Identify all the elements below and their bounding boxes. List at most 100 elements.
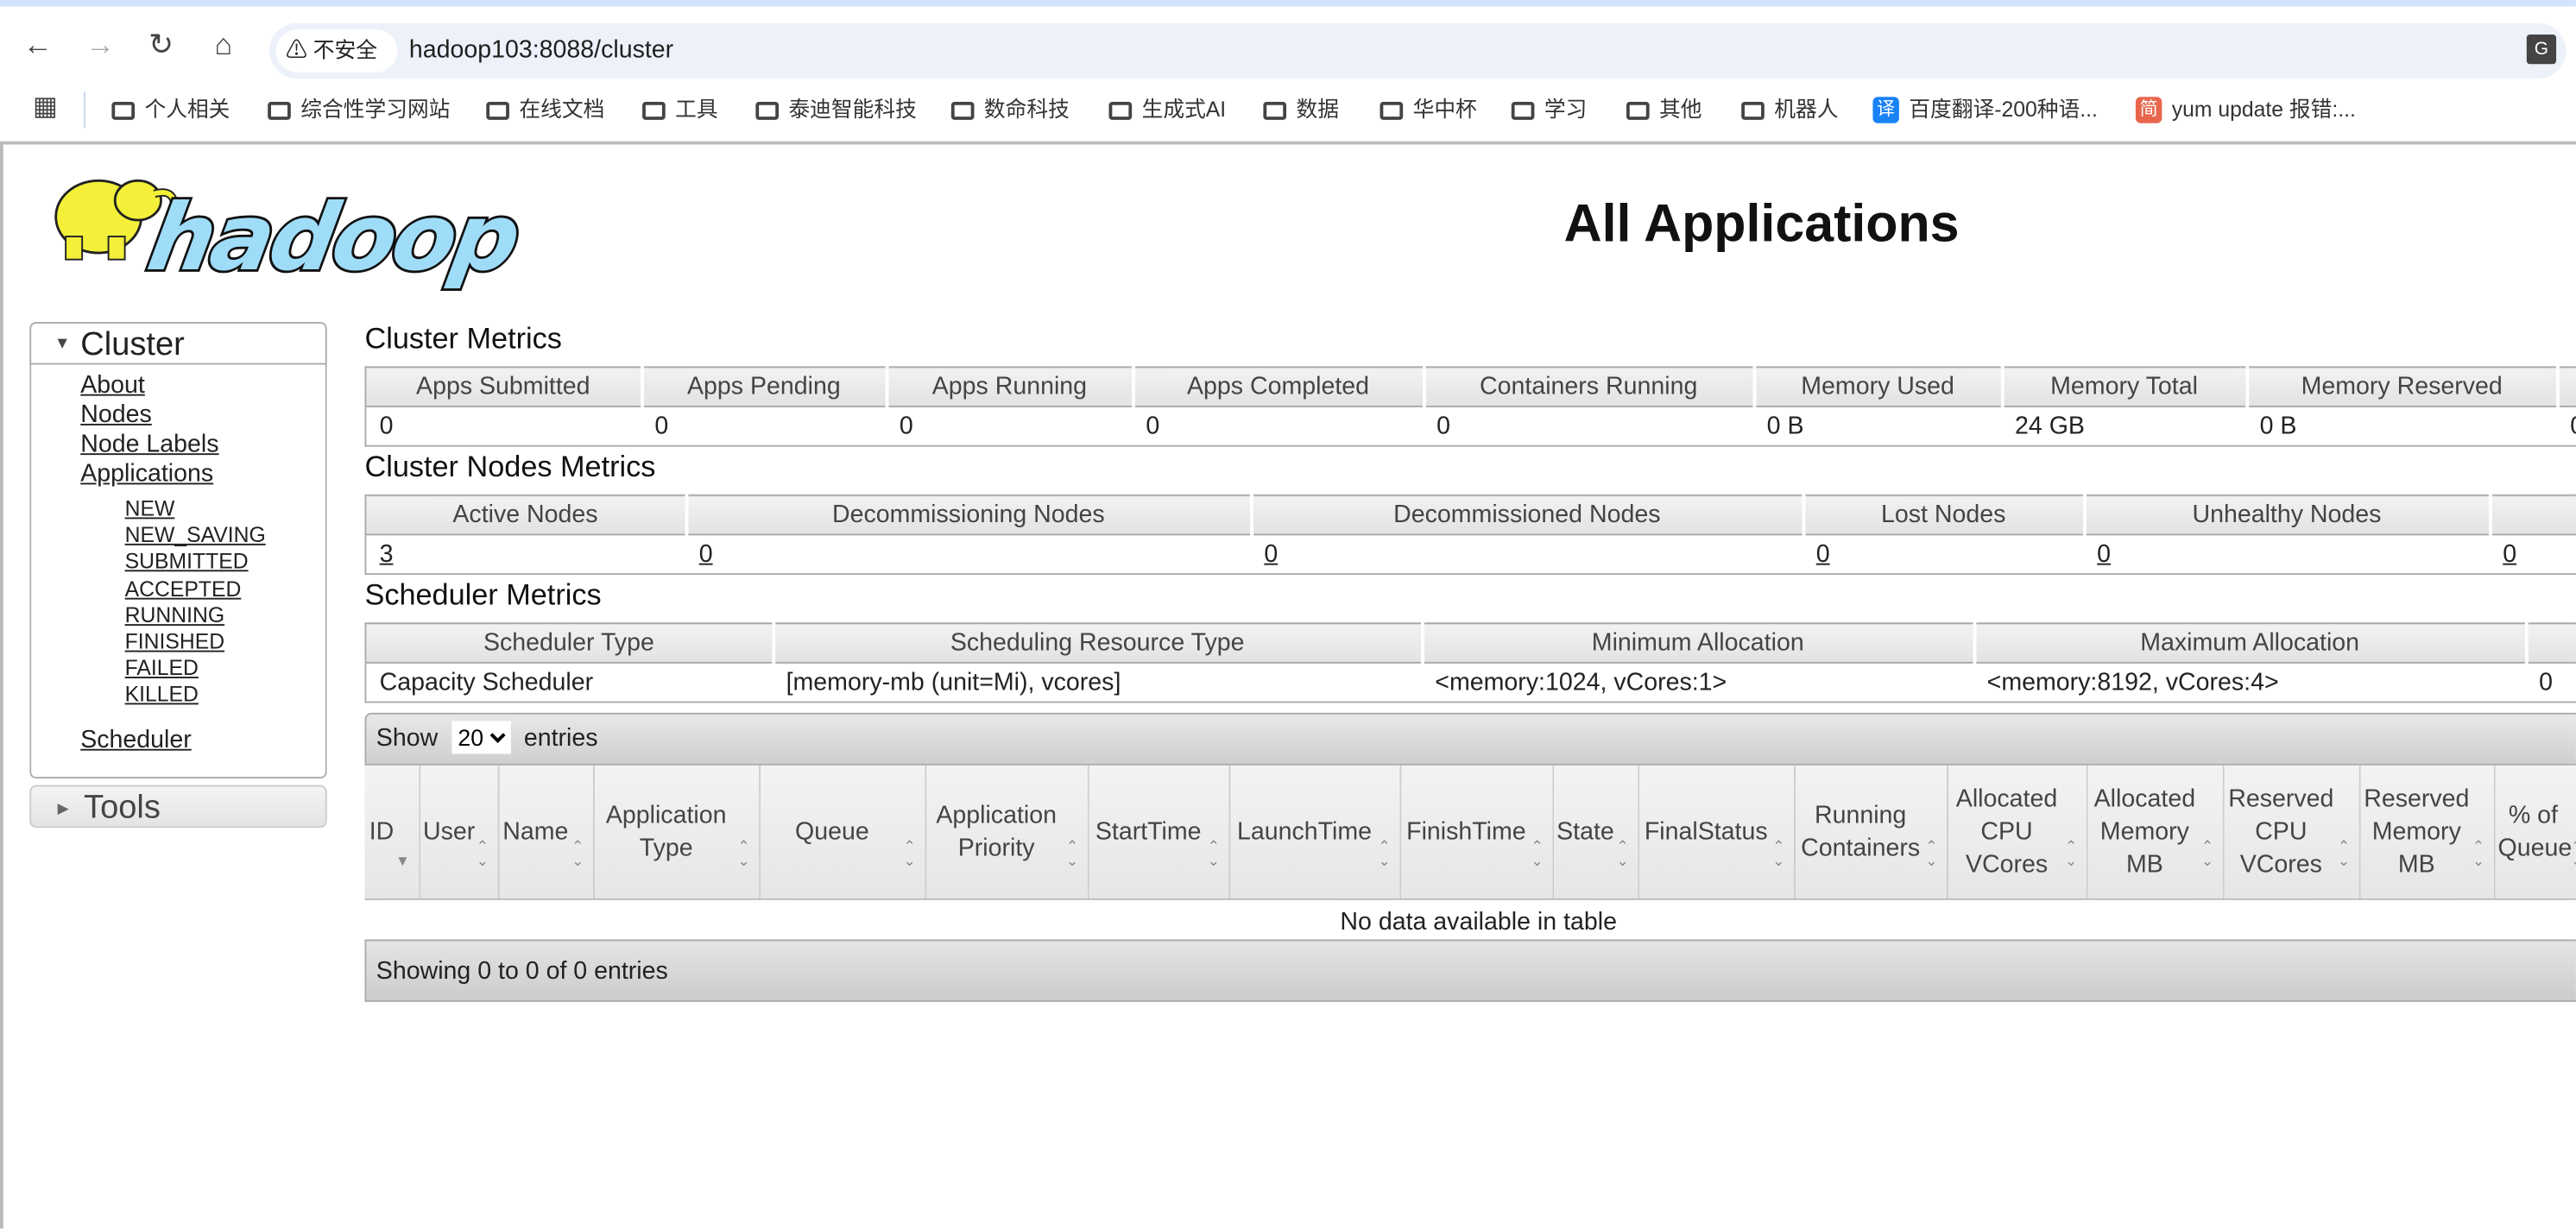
sidebar-link-state-submitted[interactable]: SUBMITTED	[125, 549, 325, 576]
table-info: Showing 0 to 0 of 0 entries	[364, 939, 2576, 1002]
bookmarks-bar: ▦ 个人相关 综合性学习网站 在线文档 工具 泰迪智能科技 数命科技 生成式AI 数据 华中杯 学…	[0, 79, 2576, 145]
bookmark-item[interactable]: 工具	[642, 79, 718, 141]
bookmark-item[interactable]: 在线文档	[486, 79, 604, 141]
column-header-allocated-cpu-vcores[interactable]: Allocated CPU VCores ⌃ ⌄	[1947, 765, 2087, 900]
column-label: FinalStatus	[1644, 816, 1768, 846]
bookmark-label: 学习	[1544, 97, 1588, 122]
column-header-application-type[interactable]: Application Type ⌃ ⌄	[592, 765, 761, 900]
metric-cell: Capacity Scheduler	[365, 661, 773, 703]
security-chip[interactable]: ⚠ 不安全	[275, 29, 398, 72]
home-icon[interactable]: ⌂	[205, 26, 242, 62]
bookmark-item[interactable]: 综合性学习网站	[268, 79, 450, 141]
column-header-running-containers[interactable]: Running Containers ⌃ ⌄	[1794, 765, 1948, 900]
column-header-unhealthy-nodes: Unhealthy Nodes	[2083, 495, 2491, 535]
scheduler-metrics-title: Scheduler Metrics	[364, 577, 602, 611]
sort-both-icon: ⌃⌄	[903, 837, 916, 869]
bookmark-item[interactable]: 生成式AI	[1108, 79, 1226, 141]
tools-accordion-header[interactable]: ▶ Tools	[29, 785, 327, 829]
column-header-allocated-memory-mb[interactable]: Allocated Memory MB ⌃ ⌄	[2086, 765, 2224, 900]
column-header-finishtime[interactable]: FinishTime ⌃ ⌄	[1399, 765, 1554, 900]
bookmark-item[interactable]: 其他	[1626, 79, 1702, 141]
bookmark-item[interactable]: 简 yum update 报错:...	[2135, 79, 2356, 141]
forward-icon[interactable]: →	[82, 26, 118, 62]
bookmark-item[interactable]: 机器人	[1741, 79, 1838, 141]
translate-icon[interactable]: G	[2526, 34, 2557, 65]
column-header-reserved-memory-mb[interactable]: Reserved Memory MB ⌃ ⌄	[2358, 765, 2495, 900]
sidebar-link-scheduler[interactable]: Scheduler	[80, 725, 325, 754]
sidebar-link-applications[interactable]: Applications	[80, 460, 325, 489]
column-header-state[interactable]: State ⌃ ⌄	[1552, 765, 1639, 900]
page-size-select[interactable]: 20	[451, 721, 511, 754]
folder-icon	[1380, 101, 1404, 119]
column-header-finalstatus[interactable]: FinalStatus ⌃ ⌄	[1638, 765, 1796, 900]
sidebar-link-about[interactable]: About	[80, 371, 325, 400]
sidebar-link-state-new[interactable]: NEW	[125, 496, 325, 523]
column-header-decommissioning-nodes: Decommissioning Nodes	[685, 495, 1253, 535]
column-header-active-nodes: Active Nodes	[365, 495, 688, 535]
metric-cell: [memory-mb (unit=Mi), vcores]	[773, 661, 1423, 703]
sidebar-link-state-killed[interactable]: KILLED	[125, 683, 325, 709]
sort-both-icon: ⌃⌄	[476, 837, 489, 869]
column-header-launchtime[interactable]: LaunchTime ⌃ ⌄	[1228, 765, 1401, 900]
reload-icon[interactable]: ↻	[143, 26, 180, 62]
column-header-memory-reserved: Memory Reserved	[2246, 367, 2559, 407]
bookmark-item[interactable]: 个人相关	[111, 79, 230, 141]
metric-link[interactable]: 0	[2503, 540, 2516, 568]
caret-right-icon: ▶	[57, 799, 69, 816]
column-header-name[interactable]: Name ⌃ ⌄	[497, 765, 594, 900]
bookmark-item[interactable]: 数据	[1263, 79, 1339, 141]
column-header-id[interactable]: ID ▼	[364, 765, 420, 900]
column-label: Name	[502, 816, 569, 846]
bookmark-item[interactable]: 华中杯	[1380, 79, 1477, 141]
metric-link[interactable]: 0	[699, 540, 713, 568]
metric-link[interactable]: 0	[1264, 540, 1278, 568]
metric-cell: 3	[365, 533, 686, 575]
column-header-col	[2557, 367, 2576, 407]
sort-both-icon: ⌃⌄	[1378, 837, 1391, 869]
bookmark-item[interactable]: 泰迪智能科技	[755, 79, 917, 141]
folder-icon	[642, 101, 666, 119]
sort-desc-icon: ▼	[395, 852, 410, 869]
column-header-of-queue[interactable]: % of Queue⌃⌄	[2493, 765, 2576, 900]
sidebar-link-node-labels[interactable]: Node Labels	[80, 431, 325, 460]
metric-cell: 0	[1803, 533, 2084, 575]
cluster-nodes-metrics-table: Active Nodes Decommissioning Nodes Decommi…	[364, 494, 2576, 576]
bookmark-item[interactable]: 译百度翻译-200种语...	[1872, 79, 2098, 141]
tools-label: Tools	[84, 790, 161, 827]
url-text[interactable]: hadoop103:8088/cluster	[409, 23, 673, 79]
column-header-queue[interactable]: Queue ⌃ ⌄	[759, 765, 926, 900]
metric-cell: 0	[641, 406, 887, 446]
empty-message: No data available in table	[1340, 907, 1617, 936]
sidebar-link-state-new-saving[interactable]: NEW_SAVING	[125, 523, 325, 550]
column-header-apps-submitted: Apps Submitted	[365, 367, 644, 407]
column-header-decommissioned-nodes: Decommissioned Nodes	[1251, 495, 1805, 535]
column-header-reserved-cpu-vcores[interactable]: Reserved CPU VCores ⌃ ⌄	[2222, 765, 2360, 900]
header-row: ID ▼ User ⌃ ⌄ Name ⌃ ⌄ Application Type ⌃ ⌄ Queue ⌃ ⌄…	[364, 765, 2576, 900]
sidebar-link-state-running[interactable]: RUNNING	[125, 602, 325, 629]
sidebar-link-state-finished[interactable]: FINISHED	[125, 629, 325, 656]
column-header-col	[2489, 495, 2576, 535]
column-label: StartTime	[1095, 816, 1202, 846]
sidebar-link-state-failed[interactable]: FAILED	[125, 656, 325, 683]
column-label: Application Priority	[936, 800, 1057, 862]
column-header-maximum-allocation: Maximum Allocation	[1973, 623, 2528, 663]
folder-icon	[1263, 101, 1287, 119]
column-header-application-priority[interactable]: Application Priority ⌃ ⌄	[925, 765, 1089, 900]
sort-both-icon: ⌃⌄	[2064, 837, 2078, 869]
metric-cell: 24 GB	[2001, 406, 2247, 446]
sort-both-icon: ⌃⌄	[1925, 837, 1938, 869]
sidebar-link-state-accepted[interactable]: ACCEPTED	[125, 576, 325, 602]
cluster-accordion-header[interactable]: ▼ Cluster	[29, 321, 327, 365]
column-header-user[interactable]: User ⌃ ⌄	[419, 765, 499, 900]
metric-link[interactable]: 3	[380, 540, 394, 568]
metric-link[interactable]: 0	[2097, 540, 2111, 568]
sidebar: ▼ Cluster About Nodes Node Labels Applica…	[29, 321, 327, 829]
column-header-starttime[interactable]: StartTime ⌃ ⌄	[1087, 765, 1230, 900]
bookmark-item[interactable]: 数命科技	[950, 79, 1070, 141]
back-icon[interactable]: ←	[20, 26, 56, 62]
bookmark-item[interactable]: 学习	[1511, 79, 1588, 141]
metric-link[interactable]: 0	[1816, 540, 1830, 568]
apps-grid-icon[interactable]: ▦	[33, 94, 59, 121]
sidebar-link-nodes[interactable]: Nodes	[80, 400, 325, 430]
column-header-minimum-allocation: Minimum Allocation	[1422, 623, 1976, 663]
